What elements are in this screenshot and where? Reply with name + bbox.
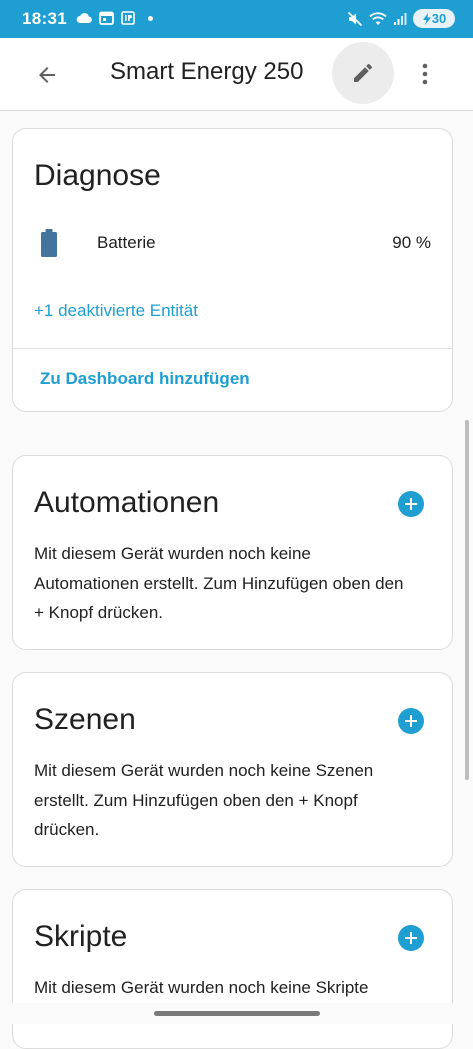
scripts-card: Skripte Mit diesem Gerät wurden noch kei… — [12, 889, 453, 1049]
status-right-icons: 30 — [347, 9, 455, 28]
dots-vertical-icon — [422, 63, 428, 85]
notification-dot-icon — [148, 15, 153, 21]
plus-icon — [405, 498, 417, 510]
disabled-entities-link[interactable]: +1 deaktivierte Entität — [34, 301, 198, 321]
automations-card: Automationen Mit diesem Gerät wurden noc… — [12, 455, 453, 650]
status-bar: 18:31 30 — [0, 0, 473, 38]
back-button[interactable] — [30, 60, 64, 90]
arrow-left-icon — [39, 67, 55, 83]
automations-title: Automationen — [34, 486, 220, 519]
diagnose-card: Diagnose Batterie 90 % +1 deaktivierte E… — [12, 128, 453, 412]
card-divider — [13, 348, 452, 349]
battery-entity-row[interactable]: Batterie 90 % — [13, 227, 452, 263]
battery-icon — [41, 229, 57, 257]
plus-icon — [405, 932, 417, 944]
battery-label: Batterie — [97, 233, 156, 252]
wifi-icon — [369, 12, 387, 25]
app-bar: Smart Energy 250 — [0, 38, 473, 111]
scripts-title: Skripte — [34, 920, 128, 953]
status-time: 18:31 — [22, 9, 67, 28]
add-to-dashboard-button[interactable]: Zu Dashboard hinzufügen — [40, 369, 250, 389]
scripts-text: Mit diesem Gerät wurden noch keine Skrip… — [34, 978, 369, 997]
charging-icon — [422, 12, 431, 25]
more-options-button[interactable] — [410, 58, 440, 90]
scenes-text: Mit diesem Gerät wurden noch keine Szene… — [34, 761, 374, 839]
add-automation-button[interactable] — [398, 491, 424, 517]
plus-icon — [405, 715, 417, 727]
ip-icon — [121, 11, 135, 25]
mute-icon — [347, 11, 363, 26]
diagnose-title: Diagnose — [34, 159, 161, 192]
scrollbar[interactable] — [465, 420, 469, 780]
scenes-title: Szenen — [34, 703, 136, 736]
edit-button[interactable] — [332, 42, 394, 104]
pencil-icon — [354, 63, 373, 82]
add-script-button[interactable] — [398, 925, 424, 951]
signal-icon — [394, 12, 407, 25]
page-title: Smart Energy 250 — [110, 58, 304, 85]
cloud-icon — [76, 13, 92, 24]
battery-value: 90 % — [392, 233, 431, 252]
battery-percent: 30 — [431, 11, 447, 26]
scenes-card: Szenen Mit diesem Gerät wurden noch kein… — [12, 672, 453, 867]
battery-level: 30 — [413, 9, 455, 28]
gesture-nav-handle[interactable] — [154, 1011, 320, 1016]
automations-text: Mit diesem Gerät wurden noch keine Autom… — [34, 544, 404, 622]
status-left-icons — [76, 11, 153, 25]
add-scene-button[interactable] — [398, 708, 424, 734]
calendar-icon — [99, 11, 114, 25]
